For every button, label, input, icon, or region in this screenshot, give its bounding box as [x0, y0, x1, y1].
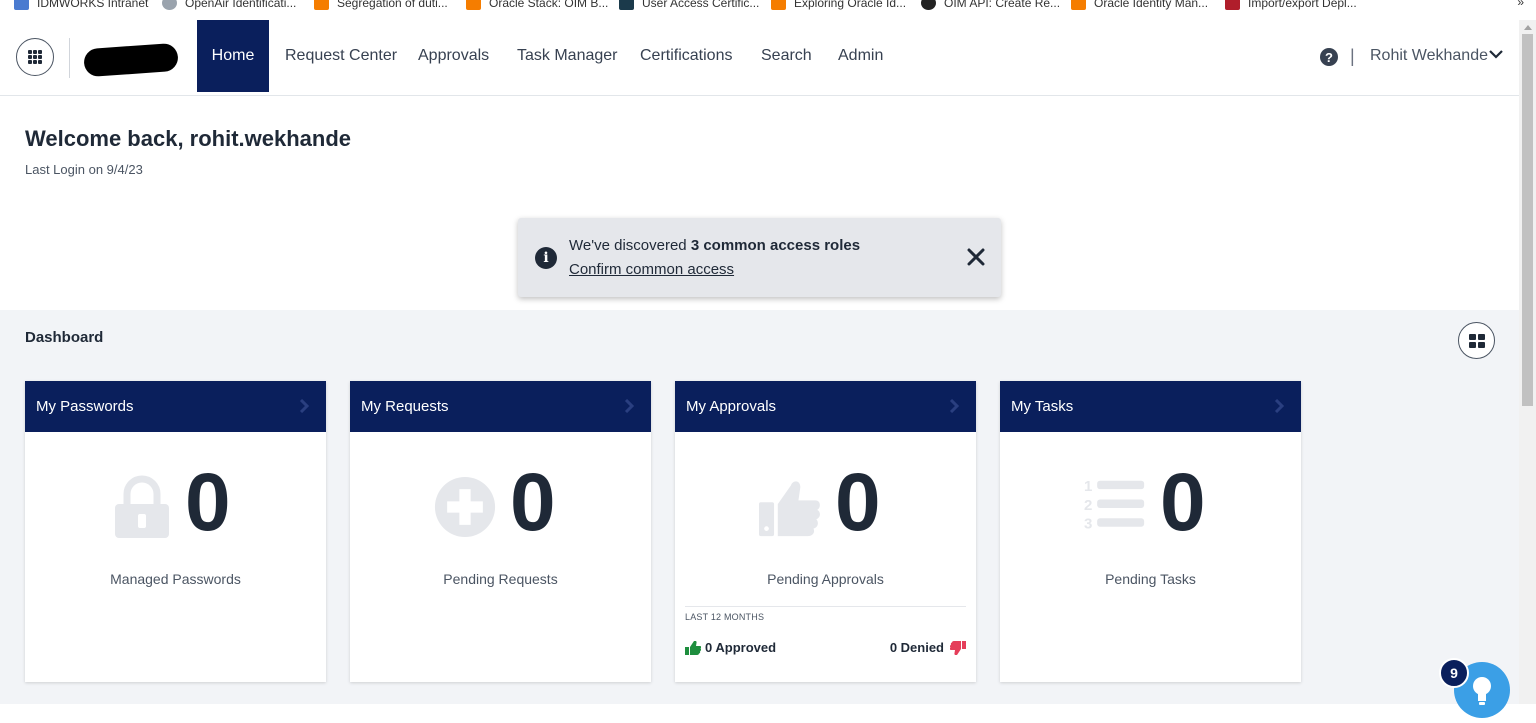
bookmark-openair[interactable]: OpenAir Identificati... [162, 0, 296, 11]
card-header-my-passwords[interactable]: My Passwords [25, 381, 326, 432]
card-my-approvals: My Approvals 0 Pending Approvals LAST 12… [675, 381, 976, 682]
help-icon[interactable]: ? [1320, 48, 1338, 66]
chevron-right-icon [299, 399, 310, 413]
denied-summary: 0 Denied [890, 640, 966, 655]
nav-search[interactable]: Search [761, 20, 812, 92]
scroll-thumb[interactable] [1522, 34, 1533, 406]
bookmark-exploring-oracle[interactable]: Exploring Oracle Id... [771, 0, 906, 11]
nav-home[interactable]: Home [197, 20, 269, 92]
close-icon[interactable] [966, 247, 986, 267]
card-divider [685, 606, 966, 607]
confirm-common-access-link[interactable]: Confirm common access [569, 261, 734, 278]
blogger-icon [771, 0, 786, 10]
blogger-icon [314, 0, 329, 10]
svg-text:1: 1 [1084, 478, 1092, 495]
notification-count-badge: 9 [1439, 658, 1469, 688]
thumbs-down-red-icon [950, 640, 966, 655]
card-header-my-approvals[interactable]: My Approvals [675, 381, 976, 432]
user-menu-name[interactable]: Rohit Wekhande [1370, 47, 1488, 65]
site-icon [619, 0, 634, 10]
blogger-icon [1071, 0, 1086, 10]
bookmark-user-access[interactable]: User Access Certific... [619, 0, 759, 11]
document-icon [14, 0, 29, 10]
requests-count: 0 [510, 457, 556, 548]
cloud-icon [162, 0, 177, 10]
notification-message: We've discovered 3 common access roles [569, 237, 861, 254]
card-my-requests: My Requests 0 Pending Requests [350, 381, 651, 682]
chevron-right-icon [624, 399, 635, 413]
bookmark-oracle-identity[interactable]: Oracle Identity Man... [1071, 0, 1208, 11]
nav-admin[interactable]: Admin [838, 20, 883, 92]
nav-request-center[interactable]: Request Center [285, 20, 397, 92]
approved-summary: 0 Approved [685, 640, 776, 655]
app-launcher-button[interactable] [16, 38, 54, 76]
common-access-notification: i We've discovered 3 common access roles… [518, 218, 1001, 297]
dashboard-layout-button[interactable] [1458, 322, 1495, 359]
approvals-count: 0 [835, 457, 881, 548]
welcome-heading: Welcome back, rohit.wekhande [25, 126, 352, 151]
card-header-my-tasks[interactable]: My Tasks [1000, 381, 1301, 432]
bookmarks-overflow-button[interactable]: » [1517, 0, 1524, 9]
bookmark-segregation[interactable]: Segregation of duti... [314, 0, 448, 11]
chevron-down-icon[interactable] [1488, 46, 1504, 62]
svg-text:2: 2 [1084, 497, 1092, 514]
requests-label: Pending Requests [443, 571, 558, 587]
passwords-label: Managed Passwords [110, 571, 241, 587]
chevron-right-icon [949, 399, 960, 413]
approvals-period-label: LAST 12 MONTHS [685, 612, 765, 622]
nav-separator: | [1350, 46, 1355, 66]
nav-certifications[interactable]: Certifications [640, 20, 732, 92]
card-my-tasks: My Tasks 1 2 3 0 Pending Tasks [1000, 381, 1301, 682]
last-login-text: Last Login on 9/4/23 [25, 162, 143, 177]
nav-task-manager[interactable]: Task Manager [517, 20, 618, 92]
layout-grid-icon [1468, 333, 1485, 348]
bookmark-oim-api[interactable]: OIM API: Create Re... [921, 0, 1060, 11]
card-header-my-requests[interactable]: My Requests [350, 381, 651, 432]
grid-icon [28, 50, 42, 64]
card-my-passwords: My Passwords 0 Managed Passwords [25, 381, 326, 682]
blogger-icon [466, 0, 481, 10]
bookmark-oracle-stack[interactable]: Oracle Stack: OIM B... [466, 0, 608, 11]
top-navigation: Home Request Center Approvals Task Manag… [0, 20, 1519, 96]
nav-divider [69, 38, 70, 78]
passwords-count: 0 [185, 457, 231, 548]
bookmark-import-export[interactable]: Import/export Depl... [1225, 0, 1357, 11]
dashboard-title: Dashboard [25, 329, 104, 346]
github-icon [921, 0, 936, 10]
bookmarks-bar: IDMWORKS Intranet OpenAir Identificati..… [0, 0, 1536, 12]
scroll-up-arrow-icon[interactable] [1519, 24, 1536, 34]
info-icon: i [535, 247, 557, 269]
dice-icon [1225, 0, 1240, 10]
plus-circle-icon [434, 476, 496, 538]
bookmark-idmworks[interactable]: IDMWORKS Intranet [14, 0, 148, 11]
thumbs-up-icon [759, 481, 820, 537]
approvals-label: Pending Approvals [767, 571, 884, 587]
thumbs-up-green-icon [685, 640, 701, 655]
tasks-count: 0 [1160, 457, 1206, 548]
page-scrollbar[interactable] [1519, 20, 1536, 704]
dashboard-section: Dashboard My Passwords 0 Managed Passwor… [0, 310, 1519, 704]
numbered-list-icon: 1 2 3 [1084, 478, 1145, 533]
logo-redacted [83, 42, 179, 78]
lock-icon [115, 475, 169, 538]
svg-text:3: 3 [1084, 516, 1092, 533]
chevron-right-icon [1274, 399, 1285, 413]
tasks-label: Pending Tasks [1105, 571, 1196, 587]
nav-approvals[interactable]: Approvals [418, 20, 489, 92]
